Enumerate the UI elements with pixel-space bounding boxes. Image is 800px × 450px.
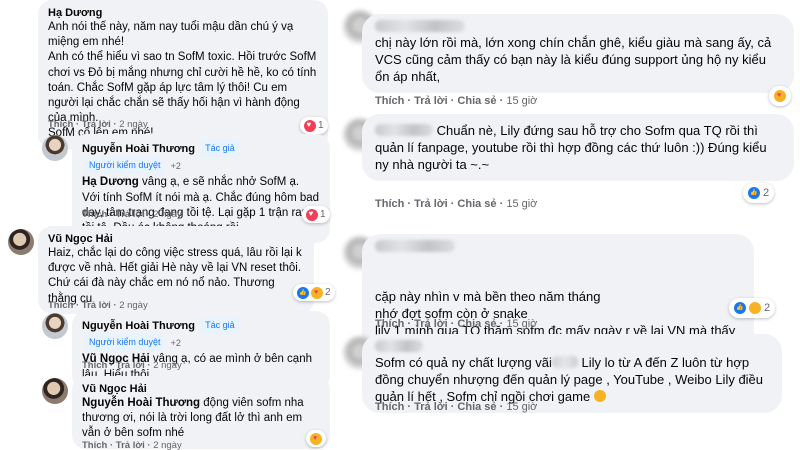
comment-actions: Thích · Trả lời · Chia sẻ · 15 giờ bbox=[375, 198, 538, 210]
laughing-emoji-icon bbox=[593, 390, 606, 402]
badge-more[interactable]: +2 bbox=[171, 159, 181, 174]
comment-text: Sofm có quả ny chất lượng vãi bbox=[375, 355, 552, 370]
care-icon bbox=[310, 432, 322, 445]
timestamp[interactable]: 2 ngày bbox=[153, 209, 182, 220]
comment-text: Haiz, chắc lại do công việc stress quá, … bbox=[48, 247, 302, 305]
reply-link[interactable]: Trả lời bbox=[414, 95, 448, 107]
moderator-badge: Người kiểm duyệt bbox=[85, 157, 165, 175]
like-icon bbox=[297, 286, 309, 299]
reaction-count[interactable]: 1 bbox=[300, 117, 328, 134]
avatar[interactable] bbox=[42, 135, 68, 161]
blurred-author-name[interactable] bbox=[375, 240, 455, 252]
comment-author[interactable]: Nguyễn Hoài Thương bbox=[82, 143, 195, 155]
heart-icon bbox=[304, 119, 316, 132]
reaction-count[interactable]: 1 bbox=[302, 206, 330, 223]
heart-icon bbox=[306, 208, 318, 221]
blurred-author-name[interactable] bbox=[375, 20, 465, 32]
timestamp[interactable]: 15 giờ bbox=[506, 95, 537, 107]
comment-author[interactable]: Nguyễn Hoài Thương bbox=[82, 320, 195, 332]
like-link[interactable]: Thích bbox=[48, 119, 73, 130]
like-link[interactable]: Thích bbox=[82, 209, 107, 220]
share-link[interactable]: Chia sẻ bbox=[457, 401, 496, 413]
comment-actions: Thích · Trả lời · 2 ngày bbox=[82, 360, 182, 371]
like-link[interactable]: Thích bbox=[375, 318, 404, 330]
reply-link[interactable]: Trả lời bbox=[82, 119, 111, 130]
like-link[interactable]: Thích bbox=[375, 95, 404, 107]
reply-link[interactable]: Trả lời bbox=[116, 209, 145, 220]
comment-actions: Thích · Trả lời · Chia sẻ · 15 giờ bbox=[375, 95, 538, 107]
comment-text: Chuẩn nè, Lily đứng sau hỗ trợ cho Sofm … bbox=[375, 123, 767, 172]
moderator-badge: Người kiểm duyệt bbox=[85, 334, 165, 352]
care-icon bbox=[774, 90, 786, 102]
comment-bubble: Chuẩn nè, Lily đứng sau hỗ trợ cho Sofm … bbox=[362, 114, 794, 181]
reaction-number: 2 bbox=[763, 187, 770, 199]
reaction-count[interactable]: 2 bbox=[729, 298, 776, 318]
reaction-emoji[interactable] bbox=[769, 86, 791, 106]
timestamp[interactable]: 15 giờ bbox=[506, 198, 537, 210]
share-link[interactable]: Chia sẻ bbox=[457, 318, 496, 330]
like-link[interactable]: Thích bbox=[375, 401, 404, 413]
comment-text: chị này lớn rồi mà, lớn xong chín chắn g… bbox=[375, 35, 772, 84]
like-icon bbox=[748, 187, 760, 199]
mention-link[interactable]: Nguyễn Hoài Thương bbox=[82, 397, 200, 409]
blurred-mention[interactable] bbox=[551, 356, 578, 368]
reply-link[interactable]: Trả lời bbox=[116, 360, 145, 371]
comment-author[interactable]: Vũ Ngọc Hải bbox=[82, 382, 320, 396]
blurred-author-name[interactable] bbox=[375, 124, 433, 136]
comment-actions: Thích · Trả lời · 2 ngày bbox=[48, 300, 148, 311]
comment-actions: Thích · Trả lời · 2 ngày bbox=[82, 209, 182, 220]
reply-link[interactable]: Trả lời bbox=[82, 300, 111, 311]
reaction-emoji[interactable] bbox=[306, 430, 326, 447]
comment-bubble-vu-ngoc-hai-2: Vũ Ngọc Hải Nguyễn Hoài Thương động viên… bbox=[72, 376, 330, 449]
comment-author[interactable]: Vũ Ngọc Hải bbox=[48, 232, 304, 246]
reply-link[interactable]: Trả lời bbox=[116, 440, 145, 450]
author-badge: Tác giả bbox=[201, 317, 239, 335]
mention-link[interactable]: Hạ Dương bbox=[82, 176, 139, 188]
avatar[interactable] bbox=[8, 229, 34, 255]
timestamp[interactable]: 15 giờ bbox=[506, 401, 537, 413]
like-link[interactable]: Thích bbox=[375, 198, 404, 210]
left-comment-panel: Hạ Dương Anh nói thế này, năm nay tuổi m… bbox=[0, 0, 337, 450]
comment-actions: Thích · Trả lời · Chia sẻ · 15 giờ bbox=[375, 401, 538, 413]
comment-actions: Thích · Trả lời · 2 ngày bbox=[48, 119, 148, 130]
reaction-count[interactable]: 2 bbox=[743, 183, 775, 203]
badge-more[interactable]: +2 bbox=[171, 336, 181, 351]
timestamp[interactable]: 2 ngày bbox=[119, 119, 148, 130]
author-badge: Tác giả bbox=[201, 140, 239, 158]
share-link[interactable]: Chia sẻ bbox=[457, 198, 496, 210]
avatar[interactable] bbox=[42, 313, 68, 339]
reaction-number: 2 bbox=[764, 302, 771, 314]
timestamp[interactable]: 2 ngày bbox=[153, 440, 182, 450]
reply-link[interactable]: Trả lời bbox=[414, 401, 448, 413]
like-icon bbox=[734, 302, 746, 314]
reply-link[interactable]: Trả lời bbox=[414, 318, 448, 330]
like-link[interactable]: Thích bbox=[82, 360, 107, 371]
right-comment-panel: chị này lớn rồi mà, lớn xong chín chắn g… bbox=[337, 0, 800, 450]
reaction-count[interactable]: 2 bbox=[293, 284, 335, 301]
care-icon bbox=[311, 286, 323, 299]
comment-author[interactable]: Hạ Dương bbox=[48, 6, 318, 20]
comment-bubble: chị này lớn rồi mà, lớn xong chín chắn g… bbox=[362, 14, 794, 93]
blurred-author-name[interactable] bbox=[375, 340, 423, 352]
wow-icon bbox=[749, 302, 761, 314]
like-link[interactable]: Thích bbox=[48, 300, 73, 311]
comment-body: Nguyễn Hoài Thương động viên sofm nha th… bbox=[82, 396, 320, 442]
comment-actions: Thích · Trả lời · Chia sẻ · 15 giờ bbox=[375, 318, 538, 330]
reply-link[interactable]: Trả lời bbox=[414, 198, 448, 210]
reaction-number: 1 bbox=[320, 209, 326, 220]
like-link[interactable]: Thích bbox=[82, 440, 107, 450]
reaction-number: 2 bbox=[325, 287, 331, 298]
timestamp[interactable]: 2 ngày bbox=[153, 360, 182, 371]
timestamp[interactable]: 2 ngày bbox=[119, 300, 148, 311]
reaction-number: 1 bbox=[318, 120, 324, 131]
share-link[interactable]: Chia sẻ bbox=[457, 95, 496, 107]
timestamp[interactable]: 15 giờ bbox=[506, 318, 537, 330]
comment-actions: Thích · Trả lời · 2 ngày bbox=[82, 440, 182, 450]
avatar[interactable] bbox=[42, 378, 68, 404]
